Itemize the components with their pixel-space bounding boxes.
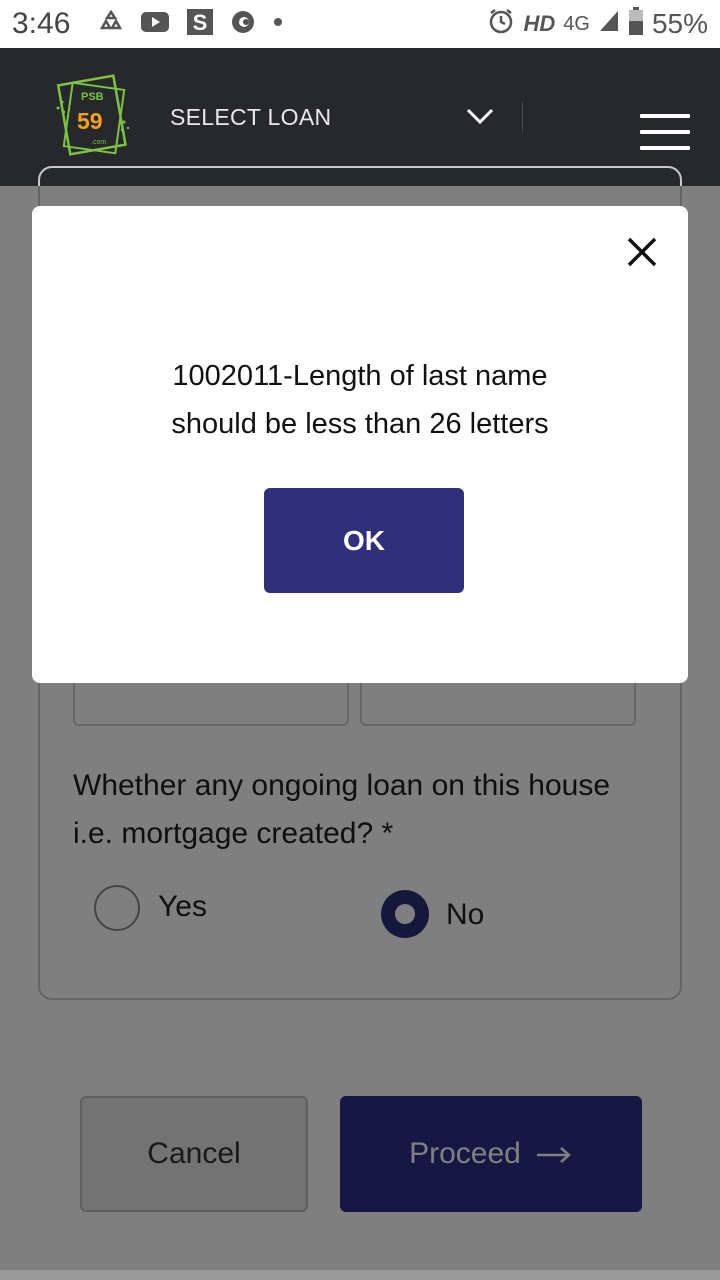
- youtube-icon: [140, 10, 170, 39]
- s-app-icon: S: [186, 8, 214, 41]
- close-icon[interactable]: [622, 232, 662, 272]
- error-message-line2: should be less than 26 letters: [171, 408, 549, 440]
- logo-text-59: 59: [77, 108, 103, 134]
- error-message: 1002011-Length of last name should be le…: [32, 352, 688, 448]
- battery-percent: 55%: [651, 8, 708, 39]
- svg-text:S: S: [193, 10, 208, 35]
- error-message-line1: 1002011-Length of last name: [172, 360, 548, 392]
- network-gen: 4G: [563, 12, 590, 35]
- ok-button[interactable]: OK: [264, 488, 464, 593]
- recycle-icon: [98, 9, 124, 40]
- select-loan-label[interactable]: SELECT LOAN: [170, 104, 331, 131]
- bottom-edge: [0, 1270, 720, 1280]
- c-app-icon: [230, 9, 256, 40]
- ok-label: OK: [343, 524, 385, 556]
- status-bar: 3:46 S HD 4G 55%: [0, 0, 720, 48]
- dot-icon: [272, 15, 284, 33]
- signal-icon: [598, 9, 620, 40]
- hamburger-menu-icon[interactable]: [640, 114, 690, 150]
- alarm-icon: [487, 7, 515, 42]
- header-divider: [522, 102, 523, 132]
- status-time: 3:46: [12, 7, 71, 40]
- network-hd: HD: [523, 11, 556, 36]
- chevron-down-icon[interactable]: [466, 106, 494, 131]
- battery-icon: [628, 6, 644, 43]
- logo-text-psb: PSB: [81, 91, 104, 103]
- logo-text-com: .com: [91, 139, 107, 146]
